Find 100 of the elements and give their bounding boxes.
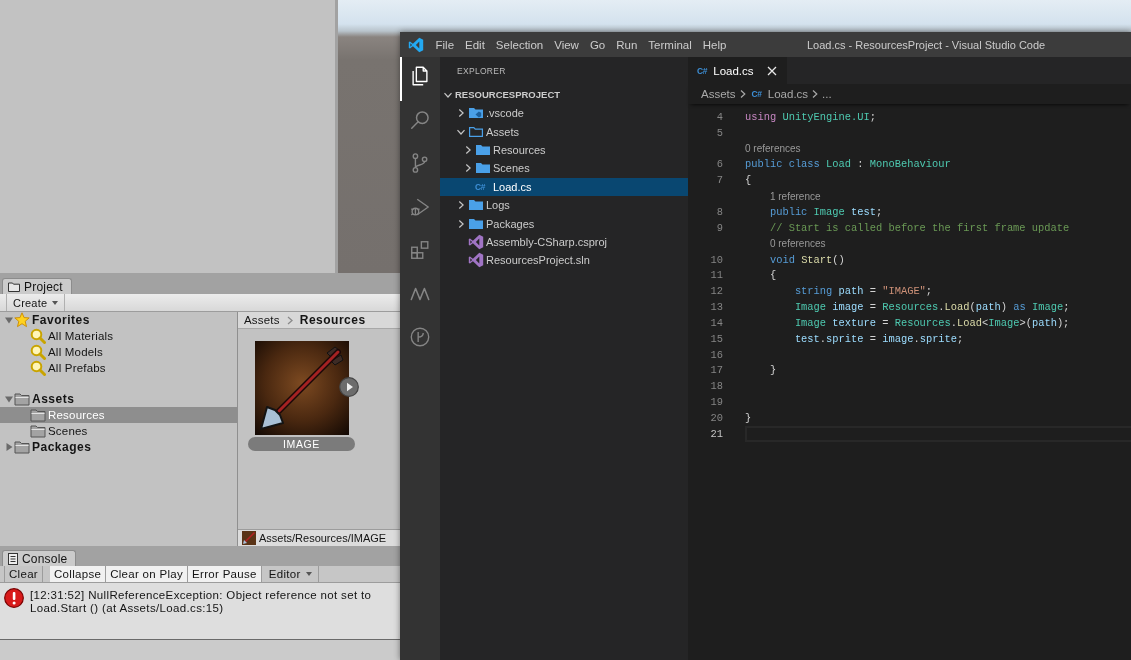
ribbon-icon [468, 233, 484, 250]
triangle-right-icon[interactable] [4, 443, 13, 451]
files-icon [409, 65, 431, 87]
window-title: Load.cs - ResourcesProject - Visual Studio Code [806, 38, 1046, 51]
menu-item[interactable]: Help [697, 38, 732, 51]
chevron-right-icon[interactable] [456, 200, 466, 211]
file-icon: C# [475, 181, 486, 192]
tree-item[interactable]: All Models [0, 344, 237, 360]
arrow-thumbnail[interactable] [254, 341, 349, 435]
references-link[interactable]: 0 references [769, 238, 826, 250]
file-icon: C# [751, 89, 762, 99]
tree-item[interactable]: Assets [440, 122, 688, 141]
chevron-right-icon[interactable] [463, 163, 473, 174]
search-icon [409, 108, 431, 131]
code-line: public Image test; [768, 206, 883, 218]
chevron-right-icon[interactable] [463, 144, 473, 155]
folder-icon [30, 423, 46, 439]
chevron-right-icon[interactable] [456, 218, 466, 229]
references-link[interactable]: 1 reference [769, 190, 821, 202]
sidebar-title: EXPLORER [456, 65, 507, 79]
line-number: 17 [709, 364, 723, 377]
magnifier-icon [30, 328, 46, 344]
menu-item[interactable]: Terminal [642, 38, 698, 51]
magnifier-icon [30, 344, 46, 360]
code-line: { [768, 269, 777, 282]
line-number: 4 [715, 110, 723, 123]
app-logo-icon [408, 36, 424, 53]
arrow-thumbnail-icon [242, 531, 256, 545]
code-line: } [768, 364, 777, 377]
tree-item[interactable]: C# Load.cs [440, 177, 688, 196]
editor-tab[interactable]: C# Load.cs [688, 57, 787, 84]
code-line: Image image = Resources.Load(path) as Image; [793, 301, 1070, 314]
line-number: 16 [709, 348, 723, 361]
line-number: 15 [709, 332, 723, 345]
blocks-icon [409, 239, 431, 261]
tree-item[interactable]: ResourcesProject.sln [440, 251, 688, 270]
triangle-down-icon[interactable] [4, 316, 13, 324]
menu-item[interactable]: Go [584, 38, 611, 51]
tree-item[interactable]: Packages [440, 214, 688, 233]
menu-item[interactable]: View [548, 38, 585, 51]
references-link[interactable]: 0 references [745, 143, 801, 155]
menu-item[interactable]: Run [610, 38, 643, 51]
close-icon[interactable] [767, 65, 777, 76]
play-icon[interactable] [339, 377, 359, 397]
line-number: 11 [709, 269, 723, 282]
folder-icon [14, 439, 30, 455]
code-line: Image texture = Resources.Load<Image>(path); [793, 316, 1070, 329]
create-button[interactable]: Create [6, 294, 66, 311]
log-message[interactable]: [12:31:52] NullReferenceException: Object reference not set to Load.Start () (at Assets/Load.cs:15) [30, 588, 372, 615]
line-number: 13 [709, 301, 723, 314]
section-header[interactable]: RESOURCESPROJECT [440, 85, 688, 104]
line-number: 12 [709, 285, 723, 298]
tree-item[interactable]: Packages [0, 439, 237, 455]
star-icon [14, 312, 30, 328]
tree-item[interactable]: Logs [440, 195, 688, 215]
caret-icon [305, 572, 312, 576]
code-line: { [745, 174, 752, 187]
chevron-right-icon[interactable] [456, 108, 466, 119]
chevron-icon [738, 89, 747, 99]
project-tab[interactable]: Project [2, 278, 72, 294]
breadcrumb-item[interactable]: ... [822, 88, 832, 100]
tree-item[interactable]: Resources [440, 140, 688, 160]
line-number: 7 [715, 174, 723, 187]
file-icon: C# [697, 65, 708, 76]
breadcrumb-item[interactable]: Assets [244, 314, 280, 326]
console-tab[interactable]: Console [2, 550, 77, 566]
tree-item[interactable]: Favorites [0, 312, 237, 328]
menu-item[interactable]: Selection [490, 38, 549, 51]
breadcrumb-item[interactable]: Load.cs [767, 88, 809, 100]
asset-name[interactable]: IMAGE [248, 437, 355, 451]
branch-circle-icon [409, 326, 431, 348]
toggle-button[interactable]: Error Pause [188, 566, 262, 582]
tree-item[interactable]: All Prefabs [0, 360, 237, 376]
triangle-down-icon[interactable] [4, 395, 13, 403]
line-number: 18 [709, 380, 723, 393]
chevron-icon [811, 89, 820, 99]
tree-item[interactable]: .vscode [440, 104, 688, 123]
ribbon-icon [468, 252, 484, 269]
toolbar-button[interactable]: Clear [4, 566, 43, 582]
breadcrumb-item[interactable]: Resources [299, 313, 366, 327]
menu-item[interactable]: Edit [459, 38, 491, 51]
line-number: 5 [715, 126, 723, 139]
tree-item[interactable]: Scenes [0, 423, 237, 439]
folder-icon [14, 391, 30, 407]
code-line: } [745, 411, 752, 424]
toggle-button[interactable]: Clear on Play [106, 566, 189, 582]
line-number: 21 [709, 427, 723, 440]
chevron-icon [286, 315, 293, 325]
tree-item[interactable]: All Materials [0, 328, 237, 344]
tree-item[interactable]: Assets [0, 391, 237, 407]
tree-item[interactable]: Scenes [440, 159, 688, 178]
folder-icon [30, 407, 46, 423]
document-icon [8, 552, 18, 565]
tree-item[interactable]: Assembly-CSharp.csproj [440, 232, 688, 252]
code-line: string path = "IMAGE"; [793, 285, 933, 298]
breadcrumb-item[interactable]: Assets [701, 88, 736, 100]
line-number: 6 [715, 158, 723, 171]
toggle-button[interactable]: Collapse [50, 566, 107, 582]
menu-item[interactable]: File [430, 38, 460, 51]
code-line: void Start() [768, 253, 845, 266]
